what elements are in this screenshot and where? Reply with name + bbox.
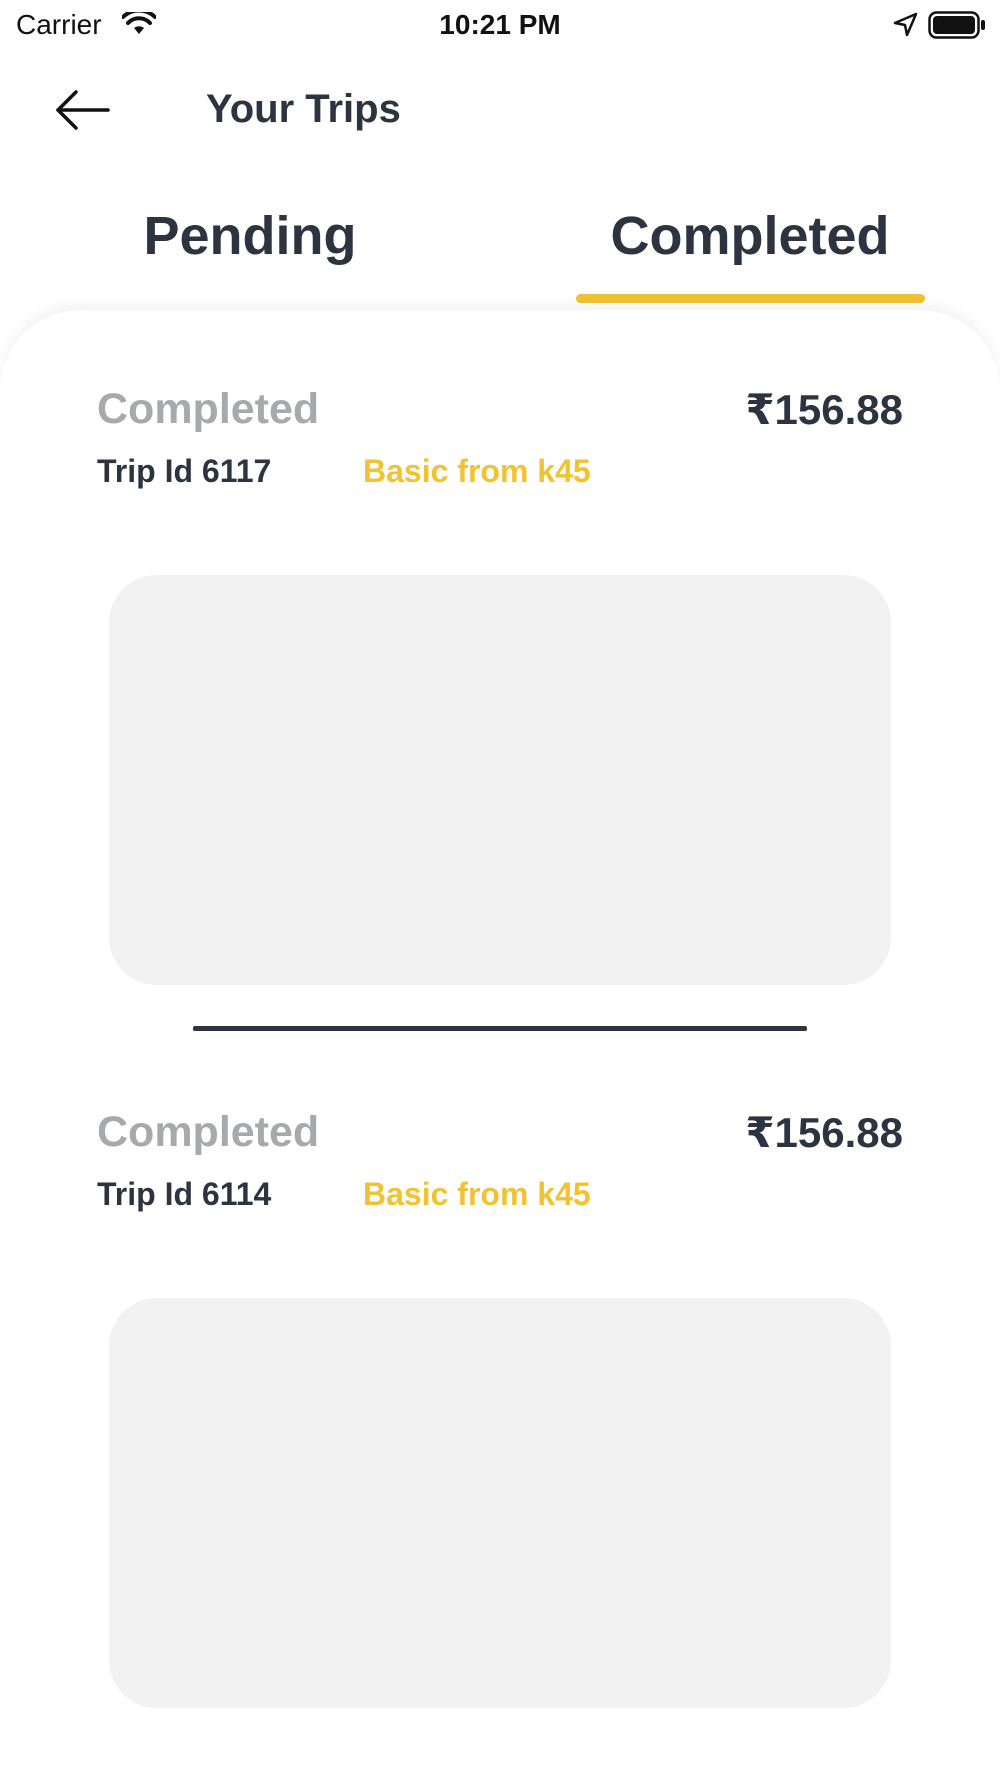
battery-icon [928,11,986,44]
location-arrow-icon [893,12,919,43]
trip-price: ₹156.88 [745,1109,903,1156]
map-image: Vine Lodge Bukata Rd TALKING STICK EVENT… [109,575,891,985]
trip-map[interactable]: Vine Lodge Bukata Rd TALKING STICK EVENT… [109,1298,891,1708]
page-title: Your Trips [206,87,401,131]
trip-status: Completed [97,1108,320,1156]
active-tab-indicator [576,294,925,303]
status-bar: Carrier 10:21 PM [0,0,1000,50]
trip-status: Completed [97,385,320,433]
trip-divider [193,1026,807,1031]
trip-id: Trip Id 6114 [97,1176,272,1212]
tab-completed[interactable]: Completed [575,205,925,267]
tab-pending[interactable]: Pending [100,205,400,267]
trip-map[interactable]: Vine Lodge Bukata Rd TALKING STICK EVENT… [109,575,891,985]
clock: 10:21 PM [439,9,561,40]
trip-type: Basic from k45 [363,1176,591,1212]
trip-price: ₹156.88 [745,386,903,433]
trip-id: Trip Id 6117 [97,453,272,489]
trips-list[interactable]: Completed ₹156.88 Trip Id 6117 Basic fro… [0,310,1000,1778]
back-button[interactable] [52,84,112,136]
map-image: Vine Lodge Bukata Rd TALKING STICK EVENT… [109,1298,891,1708]
back-arrow-icon [56,90,110,130]
trip-type: Basic from k45 [363,453,591,489]
